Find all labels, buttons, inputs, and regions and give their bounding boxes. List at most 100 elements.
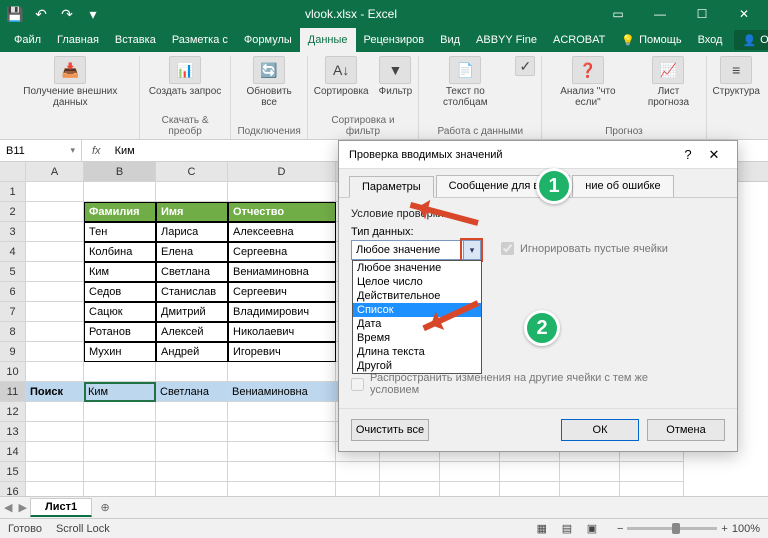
cell-B2[interactable]: Фамилия: [84, 202, 156, 222]
cell-B10[interactable]: [84, 362, 156, 382]
get-external-data[interactable]: 📥Получение внешних данных: [8, 56, 133, 108]
cell-A9[interactable]: [26, 342, 84, 362]
cell-D4[interactable]: Сергеевна: [228, 242, 336, 262]
cell-B1[interactable]: [84, 182, 156, 202]
tab-file[interactable]: Файл: [6, 28, 49, 52]
zoom-out-icon[interactable]: −: [617, 523, 623, 535]
cell-D14[interactable]: [228, 442, 336, 462]
cell-J15[interactable]: [620, 462, 684, 482]
cell-A13[interactable]: [26, 422, 84, 442]
cell-B7[interactable]: Сацюк: [84, 302, 156, 322]
col-header-D[interactable]: D: [228, 162, 336, 182]
cell-B11[interactable]: Ким: [84, 382, 156, 402]
cell-D12[interactable]: [228, 402, 336, 422]
tab-home[interactable]: Главная: [49, 28, 107, 52]
data-tools-group[interactable]: ✓: [515, 56, 535, 76]
insert-function-icon[interactable]: fx: [82, 145, 111, 157]
view-normal-icon[interactable]: ▦: [531, 522, 553, 535]
refresh-all[interactable]: 🔄Обновить все: [237, 56, 300, 108]
cell-C7[interactable]: Дмитрий: [156, 302, 228, 322]
cell-C6[interactable]: Станислав: [156, 282, 228, 302]
combo-option-1[interactable]: Целое число: [353, 275, 481, 289]
col-header-A[interactable]: A: [26, 162, 84, 182]
row-header-8[interactable]: 8: [0, 322, 26, 342]
cell-C15[interactable]: [156, 462, 228, 482]
cell-D9[interactable]: Игоревич: [228, 342, 336, 362]
row-header-12[interactable]: 12: [0, 402, 26, 422]
add-sheet-icon[interactable]: ⊕: [94, 501, 116, 514]
col-header-C[interactable]: C: [156, 162, 228, 182]
zoom-in-icon[interactable]: +: [721, 523, 727, 535]
whatif-analysis[interactable]: ❓Анализ "что если": [548, 56, 627, 108]
close-icon[interactable]: ✕: [724, 3, 764, 25]
minimize-icon[interactable]: —: [640, 3, 680, 25]
cell-B14[interactable]: [84, 442, 156, 462]
type-combobox[interactable]: Любое значение Любое значениеЦелое число…: [351, 240, 481, 260]
row-header-4[interactable]: 4: [0, 242, 26, 262]
combo-option-0[interactable]: Любое значение: [353, 261, 481, 275]
combo-option-2[interactable]: Действительное: [353, 289, 481, 303]
forecast-sheet[interactable]: 📈Лист прогноза: [637, 56, 699, 108]
cell-C12[interactable]: [156, 402, 228, 422]
cell-B4[interactable]: Колбина: [84, 242, 156, 262]
cell-A7[interactable]: [26, 302, 84, 322]
cell-B12[interactable]: [84, 402, 156, 422]
tab-data[interactable]: Данные: [300, 28, 356, 52]
tab-acrobat[interactable]: ACROBAT: [545, 28, 613, 52]
cell-A3[interactable]: [26, 222, 84, 242]
combo-option-7[interactable]: Другой: [353, 359, 481, 373]
tab-login[interactable]: Вход: [690, 28, 731, 52]
qat-dropdown-icon[interactable]: ▾: [82, 3, 104, 25]
cell-D15[interactable]: [228, 462, 336, 482]
cell-D1[interactable]: [228, 182, 336, 202]
dialog-tab-error[interactable]: ние об ошибке: [572, 175, 673, 197]
sort-button[interactable]: A↓Сортировка: [314, 56, 369, 97]
combobox-dropdown-icon[interactable]: [463, 241, 480, 259]
cell-A11[interactable]: Поиск: [26, 382, 84, 402]
cell-A2[interactable]: [26, 202, 84, 222]
cell-F15[interactable]: [380, 462, 440, 482]
cell-A1[interactable]: [26, 182, 84, 202]
cell-C14[interactable]: [156, 442, 228, 462]
ok-button[interactable]: ОК: [561, 419, 639, 441]
cell-B9[interactable]: Мухин: [84, 342, 156, 362]
ribbon-options-icon[interactable]: ▭: [598, 3, 638, 25]
cell-D6[interactable]: Сергеевич: [228, 282, 336, 302]
maximize-icon[interactable]: ☐: [682, 3, 722, 25]
row-header-7[interactable]: 7: [0, 302, 26, 322]
cell-D8[interactable]: Николаевич: [228, 322, 336, 342]
sheet-nav-next[interactable]: ▶: [18, 501, 26, 514]
cell-C4[interactable]: Елена: [156, 242, 228, 262]
cell-A15[interactable]: [26, 462, 84, 482]
cell-C10[interactable]: [156, 362, 228, 382]
cell-A4[interactable]: [26, 242, 84, 262]
clear-all-button[interactable]: Очистить все: [351, 419, 429, 441]
cell-H15[interactable]: [500, 462, 560, 482]
zoom-level[interactable]: 100%: [732, 523, 760, 535]
row-header-2[interactable]: 2: [0, 202, 26, 222]
tab-formulas[interactable]: Формулы: [236, 28, 300, 52]
row-header-14[interactable]: 14: [0, 442, 26, 462]
zoom-slider[interactable]: [627, 527, 717, 530]
cell-D10[interactable]: [228, 362, 336, 382]
cell-E15[interactable]: [336, 462, 380, 482]
row-header-13[interactable]: 13: [0, 422, 26, 442]
cancel-button[interactable]: Отмена: [647, 419, 725, 441]
formula-input[interactable]: Ким: [111, 145, 135, 157]
sheet-nav-prev[interactable]: ◀: [4, 501, 12, 514]
cell-C2[interactable]: Имя: [156, 202, 228, 222]
tab-layout[interactable]: Разметка с: [164, 28, 236, 52]
cell-C13[interactable]: [156, 422, 228, 442]
cell-A5[interactable]: [26, 262, 84, 282]
cell-D5[interactable]: Вениаминовна: [228, 262, 336, 282]
tab-insert[interactable]: Вставка: [107, 28, 164, 52]
dialog-close-icon[interactable]: ✕: [701, 147, 727, 163]
undo-icon[interactable]: ↶: [30, 3, 52, 25]
row-header-10[interactable]: 10: [0, 362, 26, 382]
row-header-1[interactable]: 1: [0, 182, 26, 202]
cell-D3[interactable]: Алексеевна: [228, 222, 336, 242]
dialog-help-icon[interactable]: ?: [675, 147, 701, 162]
redo-icon[interactable]: ↷: [56, 3, 78, 25]
row-header-3[interactable]: 3: [0, 222, 26, 242]
tab-review[interactable]: Рецензиров: [356, 28, 433, 52]
